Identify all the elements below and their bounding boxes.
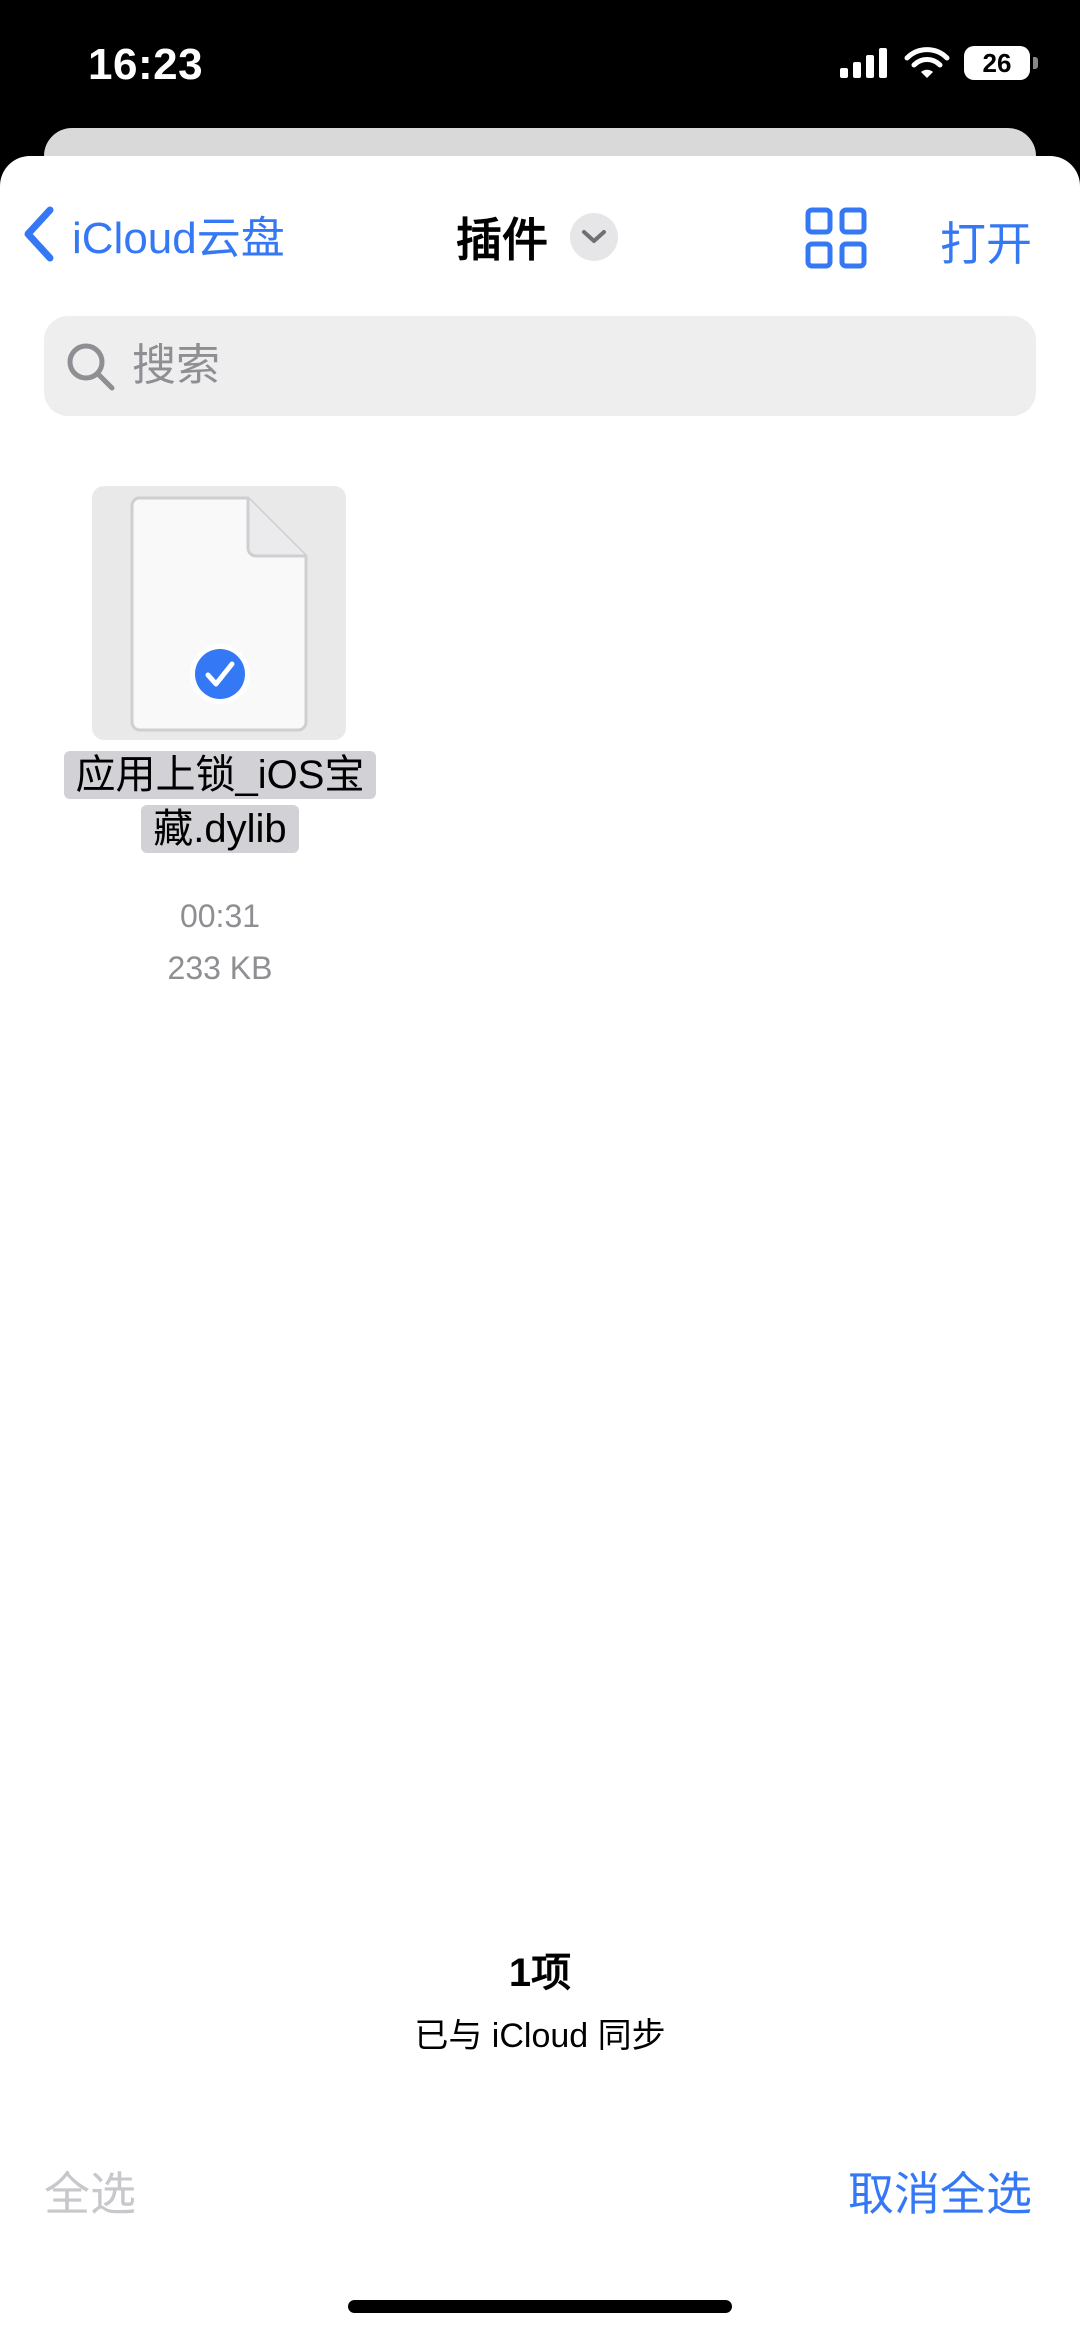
chevron-down-icon[interactable] [570,213,618,261]
home-indicator [348,2300,732,2313]
chevron-left-icon [24,206,54,262]
page-title: 插件 [456,214,548,266]
back-button-label: iCloud云盘 [72,214,285,263]
search-bar[interactable] [44,316,1036,416]
folder-title-menu[interactable]: 插件 [456,204,618,270]
select-all-button[interactable]: 全选 [44,2158,136,2224]
sync-status: 已与 iCloud 同步 [414,2017,666,2055]
back-button[interactable]: iCloud云盘 [22,202,285,266]
status-icons: 26 [840,46,1038,80]
navigation-bar: iCloud云盘 插件 打开 [0,156,1080,306]
file-time: 00:31 [179,898,261,934]
status-time: 16:23 [88,40,204,89]
cellular-signal-icon [840,48,887,78]
file-name: 应用上锁_iOS宝藏.dylib [60,748,380,856]
item-count: 1项 [508,1951,572,1995]
search-input[interactable] [130,340,1036,392]
deselect-all-button[interactable]: 取消全选 [848,2158,1032,2224]
file-thumbnail [92,486,346,740]
grid-view-icon[interactable] [804,206,868,270]
battery-level: 26 [982,47,1012,78]
checkmark-circle-icon [190,644,250,704]
file-picker-sheet: iCloud云盘 插件 打开 搜索 应用上锁_iOS宝藏.dylib 00:31… [0,156,1080,2337]
open-button[interactable]: 打开 [940,208,1032,274]
battery-icon: 26 [964,46,1038,80]
status-bar: 16:23 26 [0,0,1080,130]
search-icon [67,343,115,391]
wifi-icon [904,47,950,78]
file-size: 233 KB [167,950,273,986]
